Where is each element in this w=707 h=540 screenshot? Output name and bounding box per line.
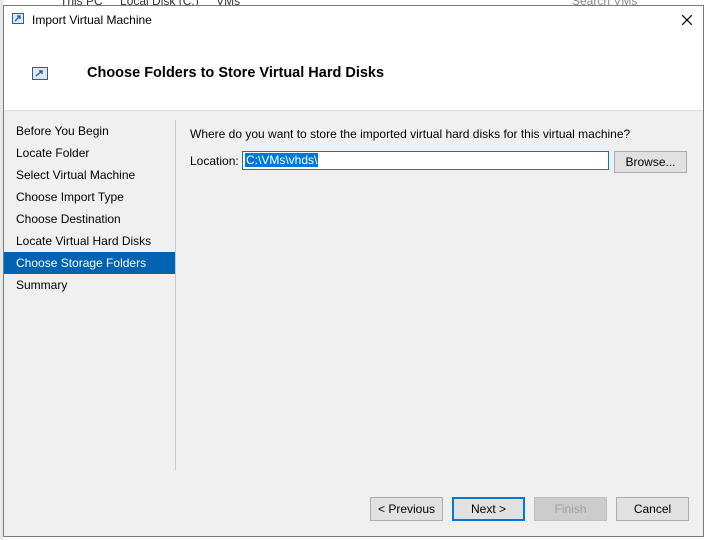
hyper-v-app-icon bbox=[12, 13, 24, 24]
page-title: Choose Folders to Store Virtual Hard Dis… bbox=[87, 65, 385, 81]
import-vm-dialog: Import Virtual Machine Choose Folders to… bbox=[3, 5, 704, 537]
nav-item-choose-import-type[interactable]: Choose Import Type bbox=[4, 186, 175, 208]
nav-item-locate-virtual-hard-disks[interactable]: Locate Virtual Hard Disks bbox=[4, 230, 175, 252]
nav-item-locate-folder[interactable]: Locate Folder bbox=[4, 142, 175, 164]
nav-item-summary[interactable]: Summary bbox=[4, 274, 175, 296]
wizard-header: Choose Folders to Store Virtual Hard Dis… bbox=[4, 33, 703, 111]
nav-item-before-you-begin[interactable]: Before You Begin bbox=[4, 120, 175, 142]
storage-question: Where do you want to store the imported … bbox=[190, 127, 631, 141]
finish-button: Finish bbox=[534, 497, 607, 521]
title-bar: Import Virtual Machine bbox=[4, 6, 703, 33]
cancel-button[interactable]: Cancel bbox=[616, 497, 689, 521]
close-button[interactable] bbox=[671, 6, 703, 33]
window-title: Import Virtual Machine bbox=[32, 13, 152, 27]
import-icon bbox=[32, 67, 48, 80]
wizard-footer: < Previous Next > Finish Cancel bbox=[4, 490, 703, 530]
next-button[interactable]: Next > bbox=[452, 497, 525, 521]
browse-button[interactable]: Browse... bbox=[614, 151, 687, 173]
location-value-selected: C:\VMs\vhds\ bbox=[245, 153, 319, 167]
location-label: Location: bbox=[190, 154, 239, 168]
wizard-nav: Before You Begin Locate Folder Select Vi… bbox=[4, 120, 176, 470]
nav-item-choose-destination[interactable]: Choose Destination bbox=[4, 208, 175, 230]
nav-item-choose-storage-folders[interactable]: Choose Storage Folders bbox=[4, 252, 175, 274]
location-input[interactable]: C:\VMs\vhds\ bbox=[242, 151, 609, 170]
previous-button[interactable]: < Previous bbox=[370, 497, 443, 521]
close-icon bbox=[682, 14, 692, 25]
nav-item-select-virtual-machine[interactable]: Select Virtual Machine bbox=[4, 164, 175, 186]
